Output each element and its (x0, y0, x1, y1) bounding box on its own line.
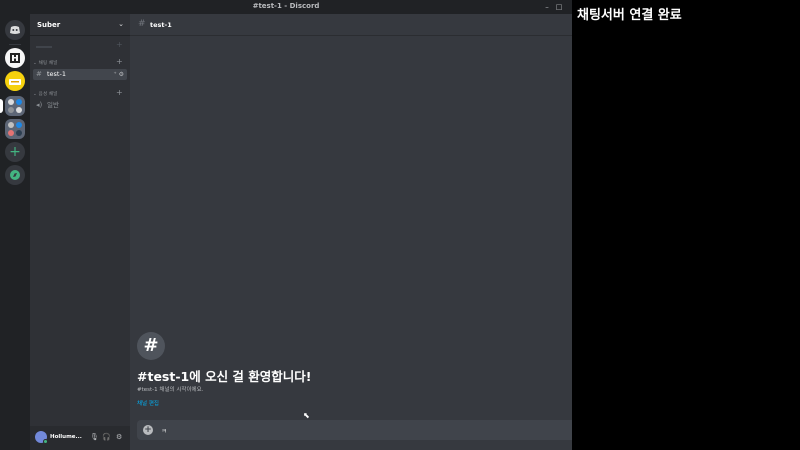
category-voice-channels[interactable]: ⌄ 음성 채널 + (33, 88, 123, 97)
server-icon-2[interactable] (5, 71, 25, 91)
attach-plus-icon[interactable]: + (143, 425, 153, 435)
speaker-icon: ◂) (36, 101, 43, 109)
chat-main: # test-1 # #test-1에 오신 걸 환영합니다! #test-1 … (130, 14, 572, 450)
plus-icon: + (116, 40, 123, 49)
invite-icon[interactable]: ⁺ (114, 71, 117, 78)
hash-icon: # (137, 332, 165, 360)
message-input-text[interactable]: ㅋ (161, 425, 167, 435)
server-icon-1[interactable] (5, 48, 25, 68)
hash-icon: # (36, 70, 42, 78)
maximize-icon[interactable]: □ (555, 3, 563, 11)
server-1-icon (10, 53, 20, 63)
username: Hollume... (50, 434, 82, 440)
category-label: 음성 채널 (38, 92, 58, 97)
server-folder-1[interactable] (5, 96, 25, 116)
rail-divider (9, 44, 21, 45)
add-channel-plus-icon[interactable]: + (116, 88, 123, 97)
explore-servers-button[interactable] (5, 165, 25, 185)
server-folder-2[interactable] (5, 119, 25, 139)
window-titlebar: #test-1 - Discord – □ (0, 0, 572, 14)
gear-icon[interactable]: ⚙ (116, 433, 122, 441)
server-folder-2-icon (8, 122, 22, 136)
plus-icon: + (9, 144, 21, 160)
channel-header-name: test-1 (150, 21, 172, 29)
channel-label: 일반 (47, 101, 59, 109)
channel-header: # test-1 (130, 14, 572, 36)
channel-actions: ⁺ ⚙ (114, 69, 124, 80)
server-folder-1-icon (8, 99, 22, 113)
discord-home-button[interactable] (5, 20, 25, 40)
guild-name: Suber (37, 21, 61, 29)
compass-icon (10, 170, 20, 180)
server-2-icon (9, 79, 21, 85)
category-text-channels[interactable]: ⌄ 채팅 채널 + (33, 57, 123, 66)
welcome-title: #test-1에 오신 걸 환영합니다! (137, 369, 312, 384)
active-server-pill (0, 99, 3, 113)
add-server-button[interactable]: + (5, 142, 25, 162)
hidden-category-placeholder: + (33, 40, 127, 50)
mouse-cursor-icon: ⬉ (303, 411, 310, 420)
add-channel-plus-icon[interactable]: + (116, 57, 123, 66)
placeholder-bar (36, 46, 52, 48)
channel-sidebar: Suber ⌄ + ⌄ 채팅 채널 + # test-1 ⁺ ⚙ ⌄ 음성 채널… (30, 14, 130, 450)
welcome-subtitle: #test-1 채널의 시작이에요. (137, 387, 204, 393)
channel-item-test-1[interactable]: # test-1 ⁺ ⚙ (33, 69, 127, 80)
message-composer[interactable]: + ㅋ (137, 420, 572, 440)
channel-label: test-1 (47, 70, 66, 78)
channel-item-general-voice[interactable]: ◂) 일반 (33, 100, 127, 111)
avatar[interactable] (35, 431, 48, 444)
overlay-caption: 채팅서버 연결 완료 (577, 8, 682, 23)
hash-icon: # (138, 19, 146, 29)
window-title: #test-1 - Discord (252, 2, 320, 10)
server-rail: + (0, 14, 30, 450)
minimize-icon[interactable]: – (543, 3, 551, 11)
discord-logo-icon (10, 26, 20, 34)
category-label: 채팅 채널 (38, 61, 58, 66)
headphones-icon[interactable]: 🎧 (102, 433, 111, 441)
guild-header[interactable]: Suber ⌄ (30, 14, 130, 36)
user-panel: Hollume... 🎙 🎧 ⚙ (30, 426, 130, 450)
online-status-dot (43, 439, 48, 444)
gear-icon[interactable]: ⚙ (119, 71, 124, 78)
overlay-panel: 채팅서버 연결 완료 (572, 0, 800, 450)
mute-mic-icon[interactable]: 🎙 (90, 433, 99, 441)
edit-channel-link[interactable]: 채널 편집 (137, 399, 159, 407)
chevron-down-icon: ⌄ (118, 20, 124, 28)
